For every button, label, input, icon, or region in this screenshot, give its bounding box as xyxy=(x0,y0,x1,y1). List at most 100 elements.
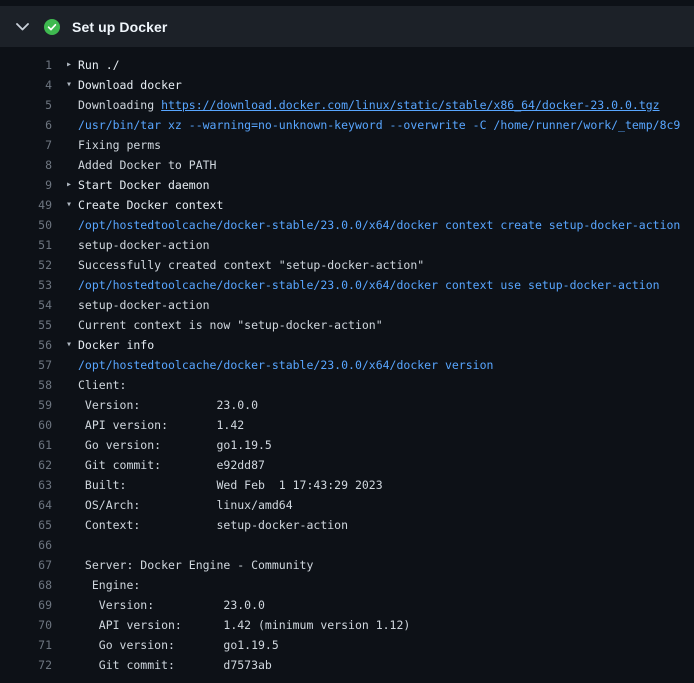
log-text: API version: 1.42 (minimum version 1.12) xyxy=(78,615,694,635)
line-number[interactable]: 70 xyxy=(0,615,52,635)
line-number[interactable]: 67 xyxy=(0,555,52,575)
log-plain-text: setup-docker-action xyxy=(78,298,210,312)
toggle-spacer xyxy=(52,495,78,515)
log-text xyxy=(78,535,694,555)
group-title: Create Docker context xyxy=(78,198,223,212)
triangle-down-icon[interactable]: ▾ xyxy=(52,75,78,95)
toggle-spacer xyxy=(52,275,78,295)
toggle-spacer xyxy=(52,295,78,315)
log-line: 70 API version: 1.42 (minimum version 1.… xyxy=(0,615,694,635)
log-line: 68 Engine: xyxy=(0,575,694,595)
log-text: Fixing perms xyxy=(78,135,694,155)
line-number[interactable]: 49 xyxy=(0,195,52,215)
log-text: setup-docker-action xyxy=(78,235,694,255)
toggle-spacer xyxy=(52,655,78,675)
log-line: 71 Go version: go1.19.5 xyxy=(0,635,694,655)
line-number[interactable]: 7 xyxy=(0,135,52,155)
line-number[interactable]: 6 xyxy=(0,115,52,135)
log-plain-text: API version: 1.42 (minimum version 1.12) xyxy=(78,618,410,632)
log-line: 54 setup-docker-action xyxy=(0,295,694,315)
line-number[interactable]: 4 xyxy=(0,75,52,95)
line-number[interactable]: 52 xyxy=(0,255,52,275)
log-plain-text: Engine: xyxy=(78,578,140,592)
log-line: 57/opt/hostedtoolcache/docker-stable/23.… xyxy=(0,355,694,375)
line-number[interactable]: 57 xyxy=(0,355,52,375)
toggle-spacer xyxy=(52,395,78,415)
line-number[interactable]: 1 xyxy=(0,55,52,75)
toggle-spacer xyxy=(52,235,78,255)
check-circle-icon xyxy=(44,19,60,35)
triangle-down-icon[interactable]: ▾ xyxy=(52,335,78,355)
group-title: Docker info xyxy=(78,338,154,352)
line-number[interactable]: 66 xyxy=(0,535,52,555)
log-text: Docker info xyxy=(78,335,694,355)
toggle-spacer xyxy=(52,255,78,275)
triangle-right-icon[interactable]: ▸ xyxy=(52,175,78,195)
log-text: Start Docker daemon xyxy=(78,175,694,195)
line-number[interactable]: 5 xyxy=(0,95,52,115)
log-text: OS/Arch: linux/amd64 xyxy=(78,495,694,515)
log-plain-text: Current context is now "setup-docker-act… xyxy=(78,318,383,332)
line-number[interactable]: 59 xyxy=(0,395,52,415)
log-command-text: /opt/hostedtoolcache/docker-stable/23.0.… xyxy=(78,218,680,232)
toggle-spacer xyxy=(52,635,78,655)
log-text: Successfully created context "setup-dock… xyxy=(78,255,694,275)
line-number[interactable]: 60 xyxy=(0,415,52,435)
log-plain-text: Downloading xyxy=(78,98,161,112)
line-number[interactable]: 56 xyxy=(0,335,52,355)
log-plain-text: Go version: go1.19.5 xyxy=(78,638,279,652)
log-text: Client: xyxy=(78,375,694,395)
log-group-header[interactable]: 56▾Docker info xyxy=(0,335,694,355)
line-number[interactable]: 9 xyxy=(0,175,52,195)
log-line: 72 Git commit: d7573ab xyxy=(0,655,694,675)
toggle-spacer xyxy=(52,415,78,435)
line-number[interactable]: 68 xyxy=(0,575,52,595)
log-text: Create Docker context xyxy=(78,195,694,215)
log-text: Downloading https://download.docker.com/… xyxy=(78,95,694,115)
log-line: 51 setup-docker-action xyxy=(0,235,694,255)
toggle-spacer xyxy=(52,515,78,535)
log-text: Server: Docker Engine - Community xyxy=(78,555,694,575)
line-number[interactable]: 71 xyxy=(0,635,52,655)
log-line: 8 Added Docker to PATH xyxy=(0,155,694,175)
step-header[interactable]: Set up Docker xyxy=(0,6,694,47)
log-text: Version: 23.0.0 xyxy=(78,395,694,415)
toggle-spacer xyxy=(52,355,78,375)
chevron-down-icon[interactable] xyxy=(16,23,29,31)
line-number[interactable]: 61 xyxy=(0,435,52,455)
line-number[interactable]: 58 xyxy=(0,375,52,395)
line-number[interactable]: 50 xyxy=(0,215,52,235)
line-number[interactable]: 62 xyxy=(0,455,52,475)
log-text: /usr/bin/tar xz --warning=no-unknown-key… xyxy=(78,115,694,135)
log-text: Added Docker to PATH xyxy=(78,155,694,175)
log-group-header[interactable]: 1▸Run ./ xyxy=(0,55,694,75)
toggle-spacer xyxy=(52,615,78,635)
log-command-text: /opt/hostedtoolcache/docker-stable/23.0.… xyxy=(78,358,493,372)
line-number[interactable]: 65 xyxy=(0,515,52,535)
toggle-spacer xyxy=(52,435,78,455)
log-text: Git commit: e92dd87 xyxy=(78,455,694,475)
line-number[interactable]: 55 xyxy=(0,315,52,335)
toggle-spacer xyxy=(52,115,78,135)
log-link[interactable]: https://download.docker.com/linux/static… xyxy=(161,98,660,112)
line-number[interactable]: 69 xyxy=(0,595,52,615)
toggle-spacer xyxy=(52,555,78,575)
log-container: 1▸Run ./4▾Download docker5Downloading ht… xyxy=(0,47,694,675)
log-plain-text: Git commit: d7573ab xyxy=(78,658,272,672)
line-number[interactable]: 51 xyxy=(0,235,52,255)
triangle-down-icon[interactable]: ▾ xyxy=(52,195,78,215)
line-number[interactable]: 64 xyxy=(0,495,52,515)
log-line: 66 xyxy=(0,535,694,555)
triangle-right-icon[interactable]: ▸ xyxy=(52,55,78,75)
log-group-header[interactable]: 4▾Download docker xyxy=(0,75,694,95)
line-number[interactable]: 53 xyxy=(0,275,52,295)
line-number[interactable]: 63 xyxy=(0,475,52,495)
log-group-header[interactable]: 49▾Create Docker context xyxy=(0,195,694,215)
line-number[interactable]: 72 xyxy=(0,655,52,675)
group-title: Run ./ xyxy=(78,58,120,72)
log-group-header[interactable]: 9▸Start Docker daemon xyxy=(0,175,694,195)
log-text: Run ./ xyxy=(78,55,694,75)
line-number[interactable]: 54 xyxy=(0,295,52,315)
line-number[interactable]: 8 xyxy=(0,155,52,175)
log-plain-text: Built: Wed Feb 1 17:43:29 2023 xyxy=(78,478,383,492)
